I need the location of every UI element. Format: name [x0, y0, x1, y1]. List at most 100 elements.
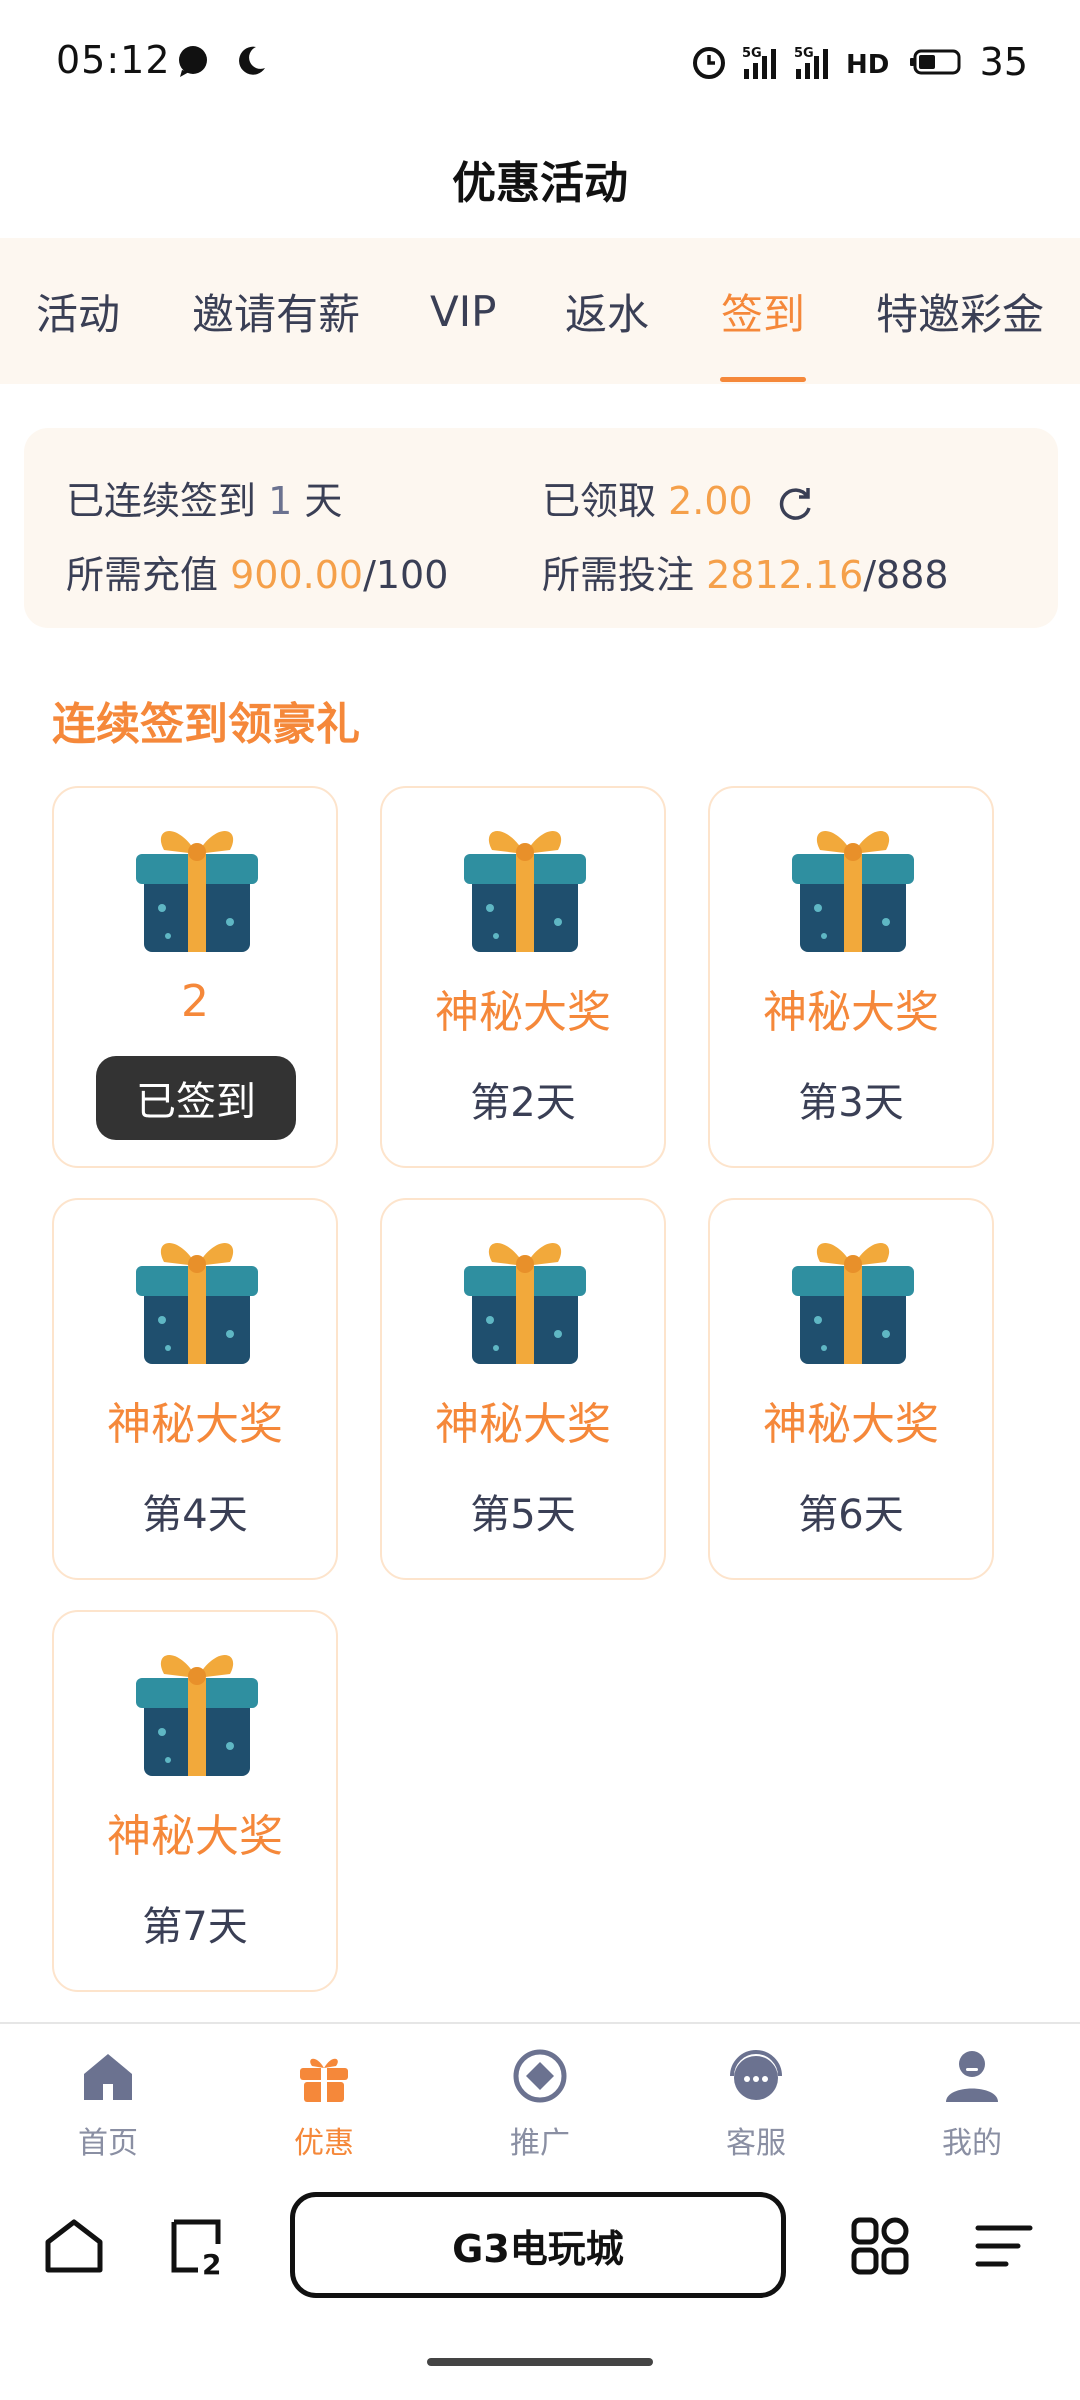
svg-text:5G: 5G — [742, 46, 762, 61]
tab-rebate[interactable]: 返水 — [565, 238, 649, 384]
nav-label: 推广 — [510, 2126, 570, 2161]
nav-promo[interactable]: 优惠 — [216, 2024, 432, 2174]
reward-day: 第4天 — [142, 1492, 248, 1538]
reward-day: 第3天 — [798, 1080, 904, 1126]
gift-box-icon — [136, 830, 258, 952]
active-tab-indicator — [720, 377, 806, 382]
reward-card-day-4[interactable]: 神秘大奖 第4天 — [52, 1198, 338, 1580]
gift-box-icon — [792, 830, 914, 952]
gift-box-icon — [136, 1242, 258, 1364]
reward-prize: 神秘大奖 — [107, 1399, 283, 1450]
reward-prize: 神秘大奖 — [107, 1811, 283, 1862]
streak-days: 1 — [268, 479, 293, 523]
tab-label: 签到 — [721, 289, 806, 339]
bottom-nav: 首页 优惠 推广 客服 我的 — [0, 2022, 1080, 2172]
home-indicator[interactable] — [427, 2358, 653, 2366]
reward-card-day-7[interactable]: 神秘大奖 第7天 — [52, 1610, 338, 1992]
reward-prize: 2 — [181, 976, 209, 1027]
svg-text:5G: 5G — [794, 46, 814, 61]
nav-home[interactable]: 首页 — [0, 2024, 216, 2174]
gift-icon — [300, 2058, 348, 2102]
deposit-info: 所需充值 900.00/100 — [66, 544, 448, 599]
status-bar: 05:12 5G 5G HD 35 — [0, 0, 1080, 120]
claimed-label: 已领取 — [542, 479, 657, 523]
claimed-value: 2.00 — [668, 479, 753, 523]
promote-icon — [513, 2049, 567, 2103]
refresh-icon[interactable] — [775, 484, 815, 524]
bet-info: 所需投注 2812.16/888 — [542, 544, 949, 599]
nav-label: 首页 — [78, 2126, 138, 2161]
deposit-target: /100 — [363, 553, 449, 597]
reward-prize: 神秘大奖 — [763, 987, 939, 1038]
menu-icon[interactable] — [972, 2214, 1036, 2278]
section-title: 连续签到领豪礼 — [52, 699, 360, 750]
reward-day: 第2天 — [470, 1080, 576, 1126]
tab-invite[interactable]: 邀请有薪 — [192, 238, 360, 384]
address-bar[interactable]: G3电玩城 — [290, 2192, 786, 2298]
tab-label: 邀请有薪 — [192, 289, 361, 339]
reward-card-day-5[interactable]: 神秘大奖 第5天 — [380, 1198, 666, 1580]
claimed-info: 已领取 2.00 — [542, 470, 815, 525]
nav-label: 客服 — [726, 2126, 786, 2161]
tab-count: 2 — [202, 2248, 221, 2278]
moon-icon — [239, 46, 265, 75]
streak-label: 已连续签到 — [66, 479, 257, 523]
nav-support[interactable]: 客服 — [648, 2024, 864, 2174]
browser-toolbar: 2 G3电玩城 — [0, 2172, 1080, 2322]
promo-tabs: 活动 邀请有薪 VIP 返水 签到 特邀彩金 — [0, 238, 1080, 384]
gift-box-icon — [464, 830, 586, 952]
signed-in-button[interactable]: 已签到 — [96, 1056, 296, 1140]
battery-level: 35 — [979, 40, 1028, 84]
signal-5g-icon: 5G — [794, 46, 828, 79]
reward-day: 第5天 — [470, 1492, 576, 1538]
checkin-summary: 已连续签到 1 天 已领取 2.00 所需充值 900.00/100 所需投注 … — [24, 428, 1058, 628]
streak-info: 已连续签到 1 天 — [66, 470, 342, 525]
reward-card-day-6[interactable]: 神秘大奖 第6天 — [708, 1198, 994, 1580]
nav-label: 我的 — [942, 2126, 1002, 2161]
tab-activity[interactable]: 活动 — [36, 238, 120, 384]
status-icons: 5G 5G HD 35 — [690, 38, 1028, 86]
page-header: 优惠活动 — [0, 120, 1080, 238]
tab-vip[interactable]: VIP — [430, 238, 496, 384]
battery-icon — [909, 49, 961, 75]
tab-checkin[interactable]: 签到 — [721, 238, 805, 384]
bet-target: /888 — [863, 553, 949, 597]
tab-label: 活动 — [36, 289, 121, 339]
gift-box-icon — [792, 1242, 914, 1364]
browser-home-icon[interactable] — [42, 2214, 106, 2278]
nav-label: 优惠 — [294, 2126, 354, 2161]
tab-label: VIP — [430, 286, 497, 336]
tab-label: 特邀彩金 — [876, 289, 1045, 339]
chat-bubble-icon — [179, 46, 207, 77]
home-icon — [84, 2054, 132, 2100]
reward-day: 第6天 — [798, 1492, 904, 1538]
user-icon — [946, 2051, 998, 2102]
reward-prize: 神秘大奖 — [435, 1399, 611, 1450]
alarm-icon — [692, 47, 725, 79]
tabs-icon[interactable]: 2 — [166, 2214, 230, 2278]
reward-card-day-2[interactable]: 神秘大奖 第2天 — [380, 786, 666, 1168]
status-time: 05:12 — [56, 38, 171, 82]
reward-day: 第7天 — [142, 1904, 248, 1950]
reward-card-day-1[interactable]: 2 已签到 — [52, 786, 338, 1168]
reward-card-day-3[interactable]: 神秘大奖 第3天 — [708, 786, 994, 1168]
gift-box-icon — [464, 1242, 586, 1364]
tab-label: 返水 — [565, 289, 650, 339]
deposit-label: 所需充值 — [66, 553, 219, 597]
page-title: 优惠活动 — [452, 158, 628, 209]
reward-prize: 神秘大奖 — [435, 987, 611, 1038]
tab-special-bonus[interactable]: 特邀彩金 — [876, 238, 1044, 384]
svg-text:HD: HD — [846, 50, 889, 80]
apps-grid-icon[interactable] — [848, 2214, 912, 2278]
signal-5g-icon: 5G — [742, 46, 776, 79]
bet-label: 所需投注 — [542, 553, 695, 597]
reward-prize: 神秘大奖 — [763, 1399, 939, 1450]
gift-box-icon — [136, 1654, 258, 1776]
deposit-current: 900.00 — [230, 553, 364, 597]
streak-unit: 天 — [304, 479, 343, 523]
hd-icon: HD — [846, 50, 889, 80]
bet-current: 2812.16 — [706, 553, 864, 597]
support-icon — [730, 2050, 782, 2100]
nav-profile[interactable]: 我的 — [864, 2024, 1080, 2174]
nav-promote[interactable]: 推广 — [432, 2024, 648, 2174]
